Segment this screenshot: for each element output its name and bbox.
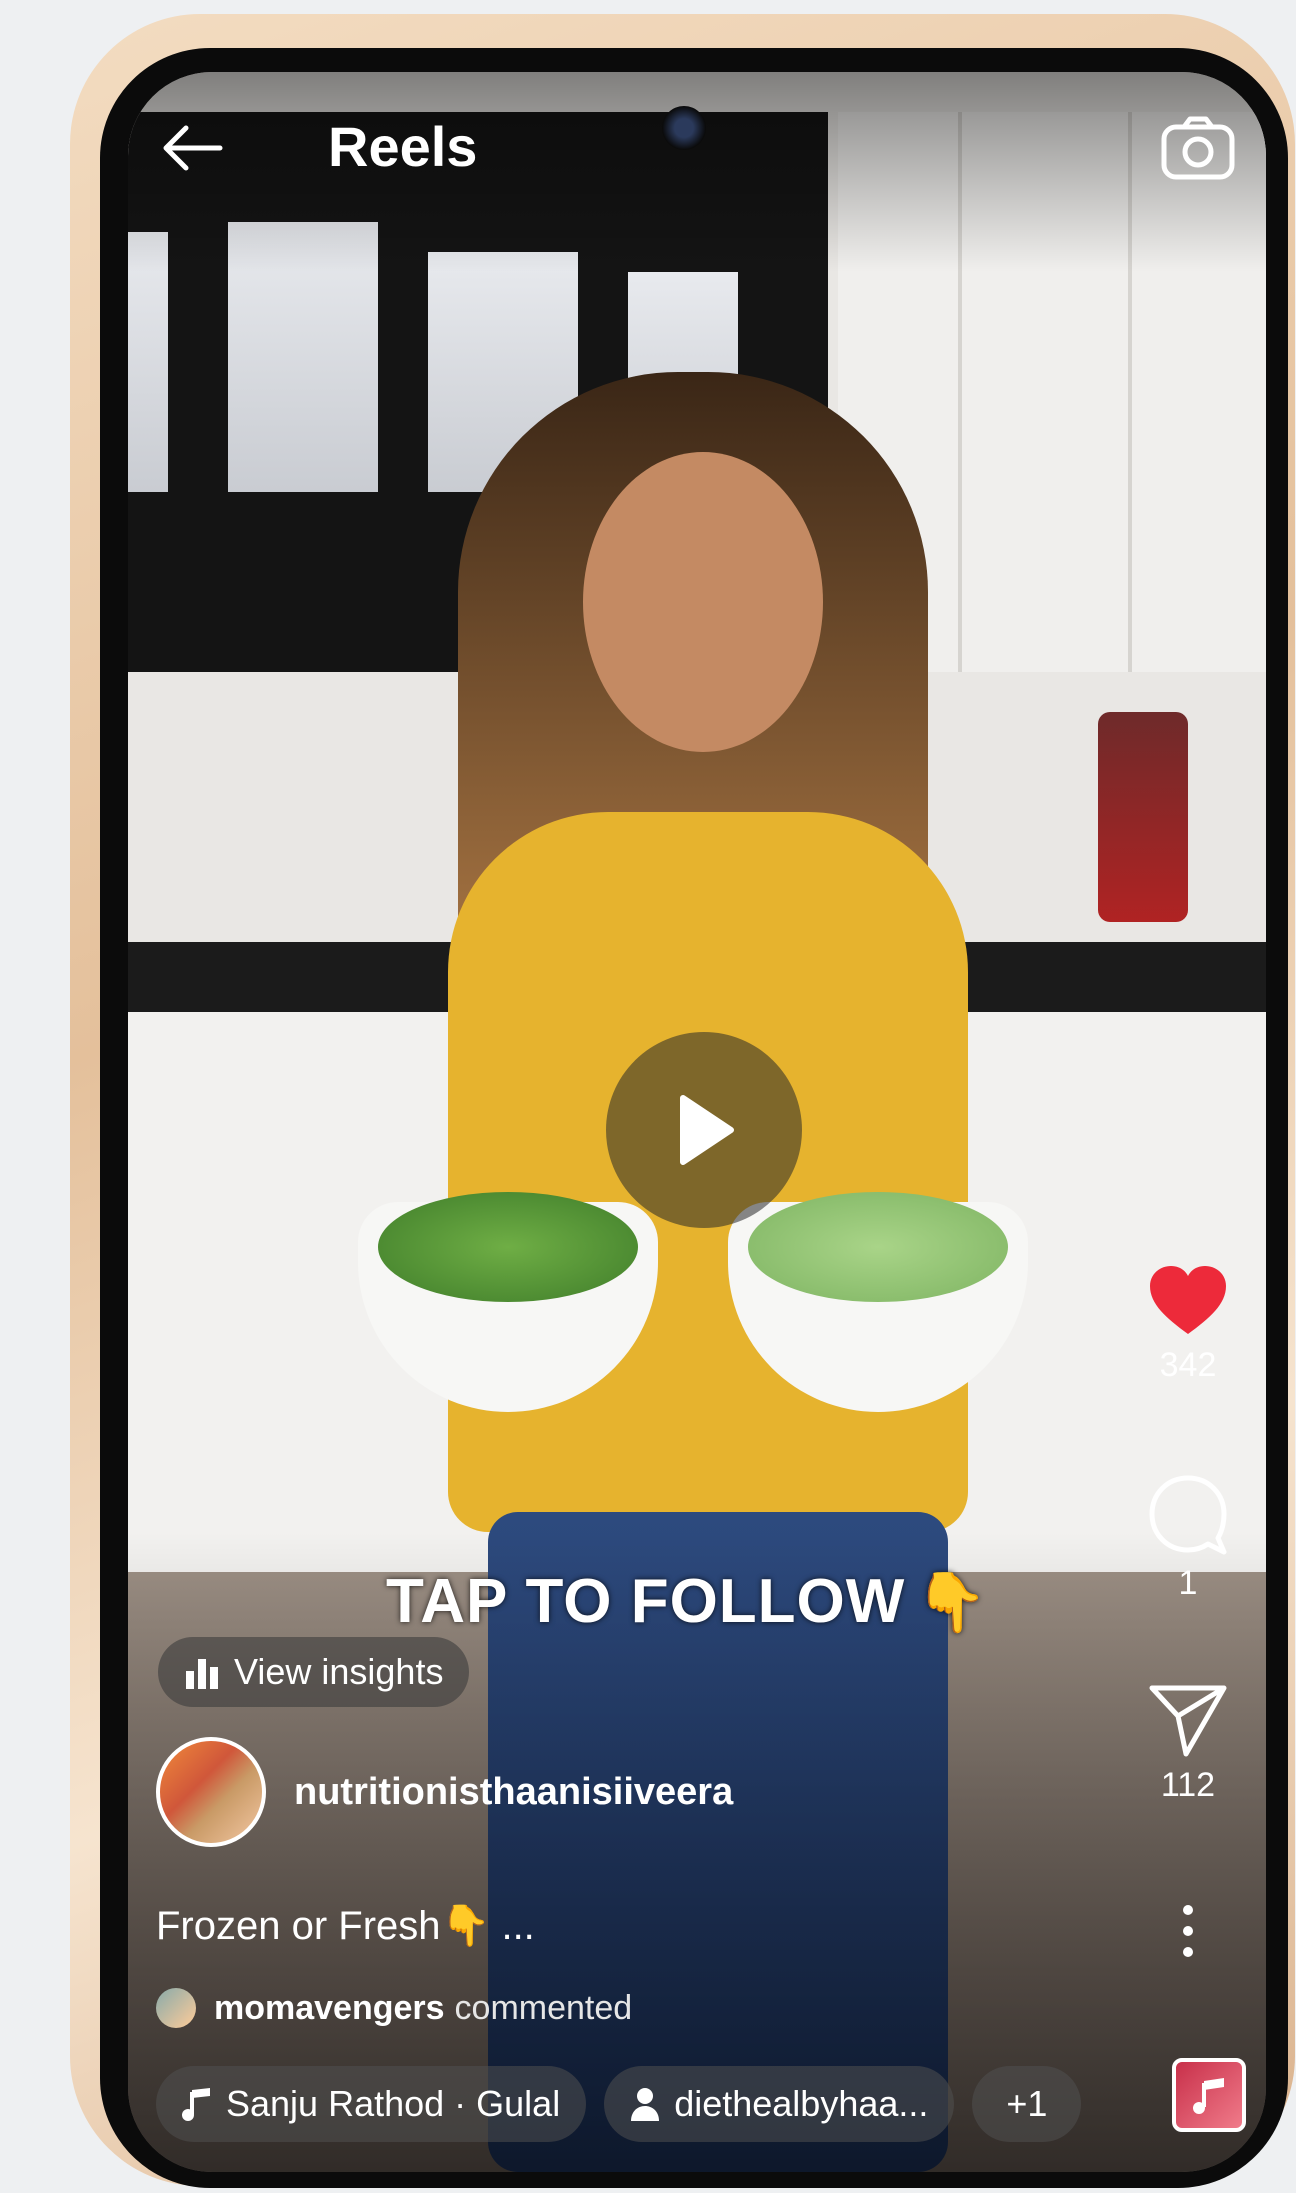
camera-icon — [1161, 116, 1235, 180]
share-action[interactable]: 112 — [1128, 1682, 1248, 1805]
caption[interactable]: Frozen or Fresh👇 ... — [156, 1902, 535, 1949]
collaborator-label: diethealbyhaa... — [674, 2083, 929, 2124]
music-note-icon — [1193, 2078, 1224, 2114]
like-count: 342 — [1159, 1346, 1217, 1384]
view-insights-label: View insights — [234, 1651, 444, 1692]
blender-appliance — [1098, 712, 1188, 922]
audio-label: Sanju Rathod · Gulal — [226, 2083, 561, 2124]
back-button[interactable] — [150, 106, 234, 190]
person-face — [583, 452, 823, 752]
comment-action-text: commented — [454, 1988, 633, 2027]
camera-button[interactable] — [1152, 102, 1244, 194]
like-action[interactable]: 342 — [1128, 1262, 1248, 1385]
comment-preview[interactable]: momavengers commented — [156, 1988, 632, 2028]
more-collaborators-chip[interactable]: +1 — [972, 2066, 1082, 2142]
audio-thumbnail[interactable] — [1172, 2058, 1246, 2132]
music-note-icon — [182, 2088, 210, 2121]
view-insights-button[interactable]: View insights — [158, 1637, 470, 1707]
comment-icon[interactable] — [1146, 1472, 1230, 1556]
page-title: Reels — [328, 115, 478, 178]
more-vertical-icon[interactable] — [1178, 1904, 1198, 1958]
overlay-text: TAP TO FOLLOW — [386, 1567, 906, 1636]
reel-screen[interactable]: Reels TAP TO FOLLOW 👇 342 1 112 View ins… — [128, 72, 1266, 2172]
bar-chart-icon — [186, 1659, 218, 1689]
front-camera-hole — [662, 106, 706, 150]
play-icon — [680, 1095, 734, 1165]
tap-to-follow-overlay: TAP TO FOLLOW 👇 — [386, 1566, 989, 1637]
heart-icon[interactable] — [1146, 1262, 1230, 1338]
person-icon — [631, 2088, 660, 2121]
reels-header: Reels — [128, 72, 1266, 212]
comment-action[interactable]: 1 — [1128, 1472, 1248, 1603]
play-button[interactable] — [606, 1032, 802, 1228]
author-username[interactable]: nutritionisthaanisiiveera — [294, 1771, 733, 1814]
more-options-button[interactable] — [1128, 1904, 1248, 1958]
avatar[interactable] — [156, 1737, 266, 1847]
comment-count: 1 — [1178, 1564, 1198, 1602]
collaborator-chip[interactable]: diethealbyhaa... — [604, 2066, 955, 2142]
bottom-chips: Sanju Rathod · Gulal diethealbyhaa... +1 — [156, 2064, 1099, 2144]
audio-chip[interactable]: Sanju Rathod · Gulal — [156, 2066, 587, 2142]
send-icon[interactable] — [1146, 1682, 1230, 1758]
more-collaborators-label: +1 — [1006, 2083, 1048, 2124]
commenter-username: momavengers — [214, 1988, 445, 2027]
commenter-avatar — [156, 1988, 196, 2028]
pointing-down-emoji: 👇 — [915, 1570, 989, 1635]
author-row[interactable]: nutritionisthaanisiiveera — [156, 1737, 733, 1847]
arrow-left-icon — [163, 125, 223, 171]
share-count: 112 — [1160, 1766, 1216, 1804]
